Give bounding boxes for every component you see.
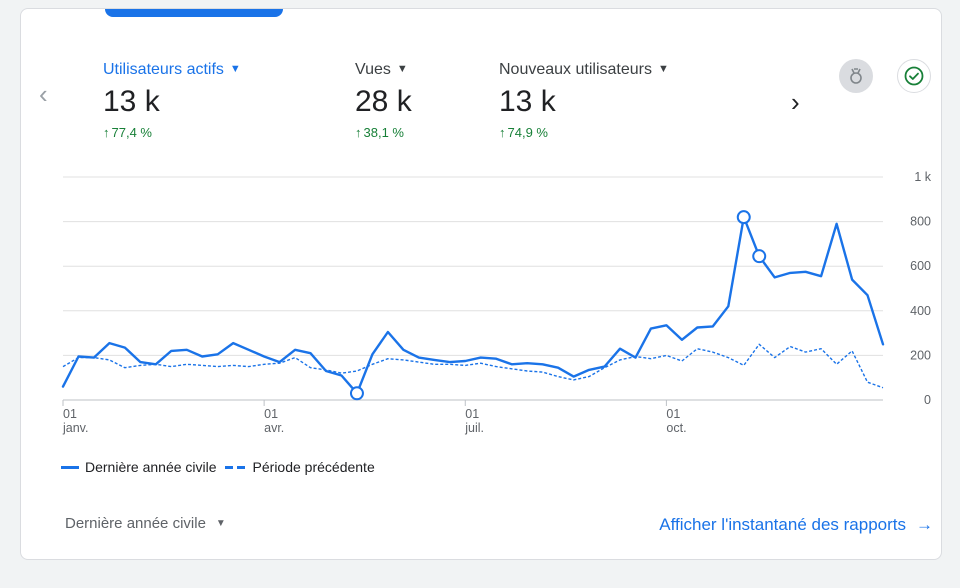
y-tick-label: 200	[910, 348, 931, 362]
data-point-marker	[349, 386, 364, 401]
data-point-marker	[752, 249, 767, 264]
x-tick-label: janv.	[62, 421, 88, 435]
legend-label-current: Dernière année civile	[85, 459, 217, 475]
y-tick-label: 600	[910, 259, 931, 273]
caret-down-icon: ▼	[215, 518, 226, 529]
y-tick-label: 0	[924, 393, 931, 407]
x-tick-label: 01	[63, 407, 77, 421]
arrow-right-icon: →	[916, 515, 933, 534]
legend-label-previous: Période précédente	[252, 459, 375, 475]
view-reports-snapshot-link[interactable]: Afficher l'instantané des rapports →	[659, 515, 933, 535]
x-tick-label: juil.	[464, 421, 484, 435]
y-tick-label: 400	[910, 304, 931, 318]
y-tick-label: 1 k	[914, 170, 931, 184]
x-tick-label: 01	[264, 407, 278, 421]
x-tick-label: avr.	[264, 421, 284, 435]
report-link-label: Afficher l'instantané des rapports	[659, 515, 906, 534]
series-line-last-calendar-year	[61, 215, 885, 395]
x-tick-label: 01	[465, 407, 479, 421]
x-tick-label: oct.	[666, 421, 686, 435]
data-point-marker	[736, 210, 751, 225]
chart-legend: Dernière année civile Période précédente	[61, 459, 375, 475]
x-tick-label: 01	[666, 407, 680, 421]
line-chart: 1 k800600400200001janv.01avr.01juil.01oc…	[61, 170, 932, 435]
period-dropdown[interactable]: Dernière année civile ▼	[65, 515, 226, 532]
legend-swatch-solid	[61, 465, 79, 469]
y-tick-label: 800	[910, 215, 931, 229]
legend-swatch-dashed	[224, 465, 247, 469]
metrics-card: ‹ Utilisateurs actifs ▼ 13 k ↑ 77,4 % Vues…	[20, 8, 942, 560]
period-dropdown-label: Dernière année civile	[65, 515, 206, 532]
